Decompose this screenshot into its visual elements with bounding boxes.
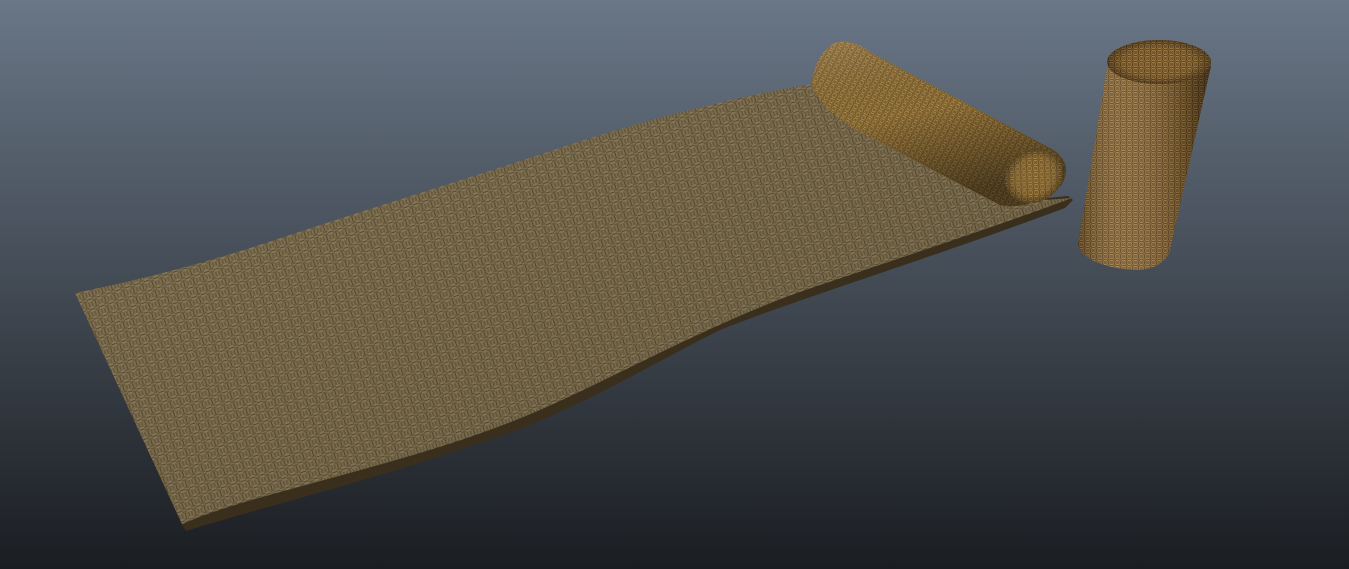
3d-viewport[interactable] (0, 0, 1349, 569)
standing-roll-top-cap-shade (1107, 40, 1211, 84)
viewport-canvas[interactable] (0, 0, 1349, 569)
